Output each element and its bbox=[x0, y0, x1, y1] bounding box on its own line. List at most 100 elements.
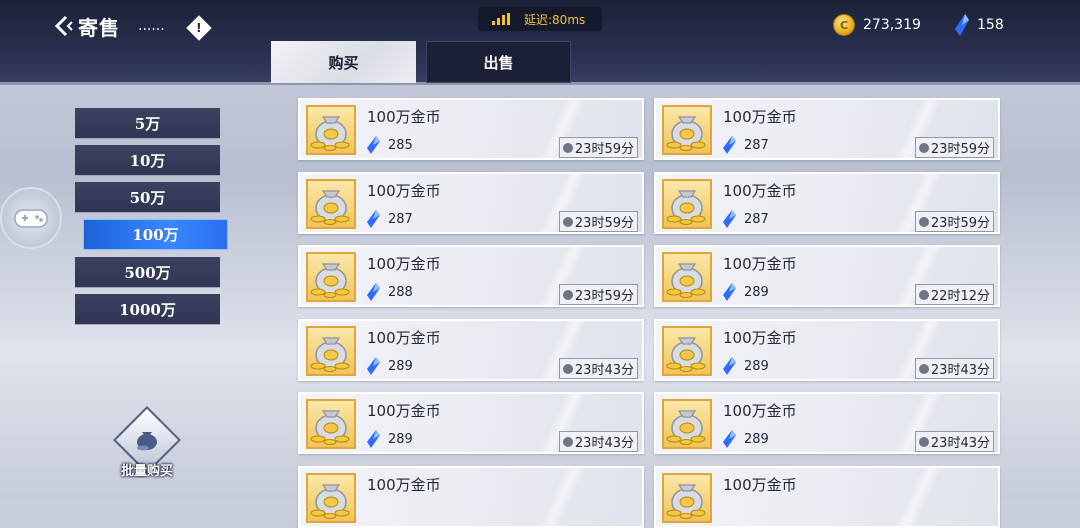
coin-bag-icon bbox=[310, 263, 350, 298]
latency-indicator: 延迟:80ms bbox=[478, 7, 602, 31]
coin-bag-icon bbox=[666, 484, 706, 519]
coin-bag-icon bbox=[666, 116, 706, 151]
filter-5w[interactable]: 5万 bbox=[75, 108, 220, 139]
time-value: 22时12分 bbox=[930, 289, 990, 304]
price-value: 289 bbox=[388, 431, 413, 447]
item-name: 100万金币 bbox=[367, 182, 441, 200]
clock-icon bbox=[562, 142, 573, 153]
item-thumbnail bbox=[306, 179, 356, 229]
clock-icon bbox=[562, 289, 573, 300]
coin-bag-icon bbox=[310, 190, 350, 225]
card-decoration bbox=[878, 468, 958, 526]
item-name: 100万金币 bbox=[723, 255, 797, 273]
gold-amount: 273,319 bbox=[863, 17, 921, 33]
time-remaining: 23时59分 bbox=[558, 284, 638, 305]
price-value: 288 bbox=[388, 284, 413, 300]
item-price: 289 bbox=[723, 283, 769, 301]
listing-card[interactable]: 100万金币 bbox=[298, 466, 644, 528]
price-value: 287 bbox=[744, 211, 769, 227]
tab-buy[interactable]: 购买 bbox=[271, 41, 416, 83]
coin-bag-icon bbox=[310, 410, 350, 445]
item-price: 289 bbox=[723, 430, 769, 448]
time-value: 23时59分 bbox=[574, 142, 634, 157]
coin-bag-icon bbox=[666, 337, 706, 372]
gem-icon bbox=[367, 357, 380, 375]
gem-icon bbox=[367, 283, 380, 301]
gem-icon bbox=[723, 430, 736, 448]
chat-button[interactable] bbox=[0, 187, 62, 249]
clock-icon bbox=[562, 363, 573, 374]
clock-icon bbox=[562, 436, 573, 447]
listing-card[interactable]: 100万金币 287 23时59分 bbox=[298, 172, 644, 234]
item-name: 100万金币 bbox=[367, 329, 441, 347]
listing-card[interactable]: 100万金币 289 23时43分 bbox=[654, 319, 1000, 381]
filter-50w[interactable]: 50万 bbox=[75, 182, 220, 213]
listing-card[interactable]: 100万金币 287 23时59分 bbox=[654, 172, 1000, 234]
time-value: 23时59分 bbox=[930, 142, 990, 157]
gem-icon bbox=[367, 136, 380, 154]
time-remaining: 23时43分 bbox=[558, 358, 638, 379]
coin-bag-icon bbox=[310, 337, 350, 372]
gem-icon bbox=[723, 210, 736, 228]
gem-icon bbox=[723, 136, 736, 154]
price-value: 289 bbox=[744, 431, 769, 447]
gem-icon bbox=[955, 14, 969, 36]
listing-card[interactable]: 100万金币 289 23时43分 bbox=[298, 392, 644, 454]
price-value: 289 bbox=[388, 358, 413, 374]
filter-100w[interactable]: 100万 bbox=[83, 219, 228, 250]
gold-balance: C 273,319 bbox=[833, 14, 921, 36]
item-name: 100万金币 bbox=[723, 476, 797, 494]
time-remaining: 23时43分 bbox=[914, 358, 994, 379]
card-decoration bbox=[522, 468, 602, 526]
time-remaining: 23时59分 bbox=[914, 211, 994, 232]
info-symbol: ! bbox=[196, 20, 202, 35]
clock-icon bbox=[562, 216, 573, 227]
bulk-buy-button[interactable]: 批量购买 bbox=[103, 406, 191, 482]
price-value: 287 bbox=[744, 137, 769, 153]
filter-1000w[interactable]: 1000万 bbox=[75, 294, 220, 325]
price-value: 289 bbox=[744, 358, 769, 374]
time-value: 23时43分 bbox=[930, 363, 990, 378]
time-value: 23时43分 bbox=[574, 436, 634, 451]
time-value: 23时59分 bbox=[930, 216, 990, 231]
item-name: 100万金币 bbox=[723, 108, 797, 126]
tab-sell[interactable]: 出售 bbox=[426, 41, 571, 83]
back-button[interactable] bbox=[50, 12, 78, 40]
time-remaining: 23时59分 bbox=[914, 137, 994, 158]
item-name: 100万金币 bbox=[723, 402, 797, 420]
filter-10w[interactable]: 10万 bbox=[75, 145, 220, 176]
item-name: 100万金币 bbox=[367, 108, 441, 126]
filter-500w[interactable]: 500万 bbox=[75, 257, 220, 288]
price-value: 285 bbox=[388, 137, 413, 153]
item-thumbnail bbox=[662, 179, 712, 229]
time-remaining: 23时59分 bbox=[558, 137, 638, 158]
coin-bag-icon bbox=[310, 116, 350, 151]
signal-icon bbox=[492, 13, 510, 25]
item-thumbnail bbox=[306, 252, 356, 302]
item-price: 288 bbox=[367, 283, 413, 301]
time-value: 23时43分 bbox=[574, 363, 634, 378]
item-thumbnail bbox=[306, 399, 356, 449]
coin-bag-icon bbox=[666, 263, 706, 298]
listing-card[interactable]: 100万金币 285 23时59分 bbox=[298, 98, 644, 160]
gem-amount: 158 bbox=[977, 17, 1004, 33]
gold-coin-icon: C bbox=[833, 14, 855, 36]
gem-icon bbox=[367, 430, 380, 448]
listing-card[interactable]: 100万金币 288 23时59分 bbox=[298, 245, 644, 307]
back-arrow-icon bbox=[54, 15, 73, 37]
time-remaining: 22时12分 bbox=[914, 284, 994, 305]
time-value: 23时59分 bbox=[574, 216, 634, 231]
listing-card[interactable]: 100万金币 289 23时43分 bbox=[298, 319, 644, 381]
item-thumbnail bbox=[662, 326, 712, 376]
item-name: 100万金币 bbox=[723, 329, 797, 347]
clock-icon bbox=[918, 289, 929, 300]
item-thumbnail bbox=[306, 105, 356, 155]
item-thumbnail bbox=[662, 473, 712, 523]
listing-card[interactable]: 100万金币 289 22时12分 bbox=[654, 245, 1000, 307]
money-bag-icon bbox=[132, 425, 162, 453]
item-price: 289 bbox=[367, 357, 413, 375]
item-thumbnail bbox=[306, 473, 356, 523]
listing-card[interactable]: 100万金币 bbox=[654, 466, 1000, 528]
listing-card[interactable]: 100万金币 287 23时59分 bbox=[654, 98, 1000, 160]
listing-card[interactable]: 100万金币 289 23时43分 bbox=[654, 392, 1000, 454]
